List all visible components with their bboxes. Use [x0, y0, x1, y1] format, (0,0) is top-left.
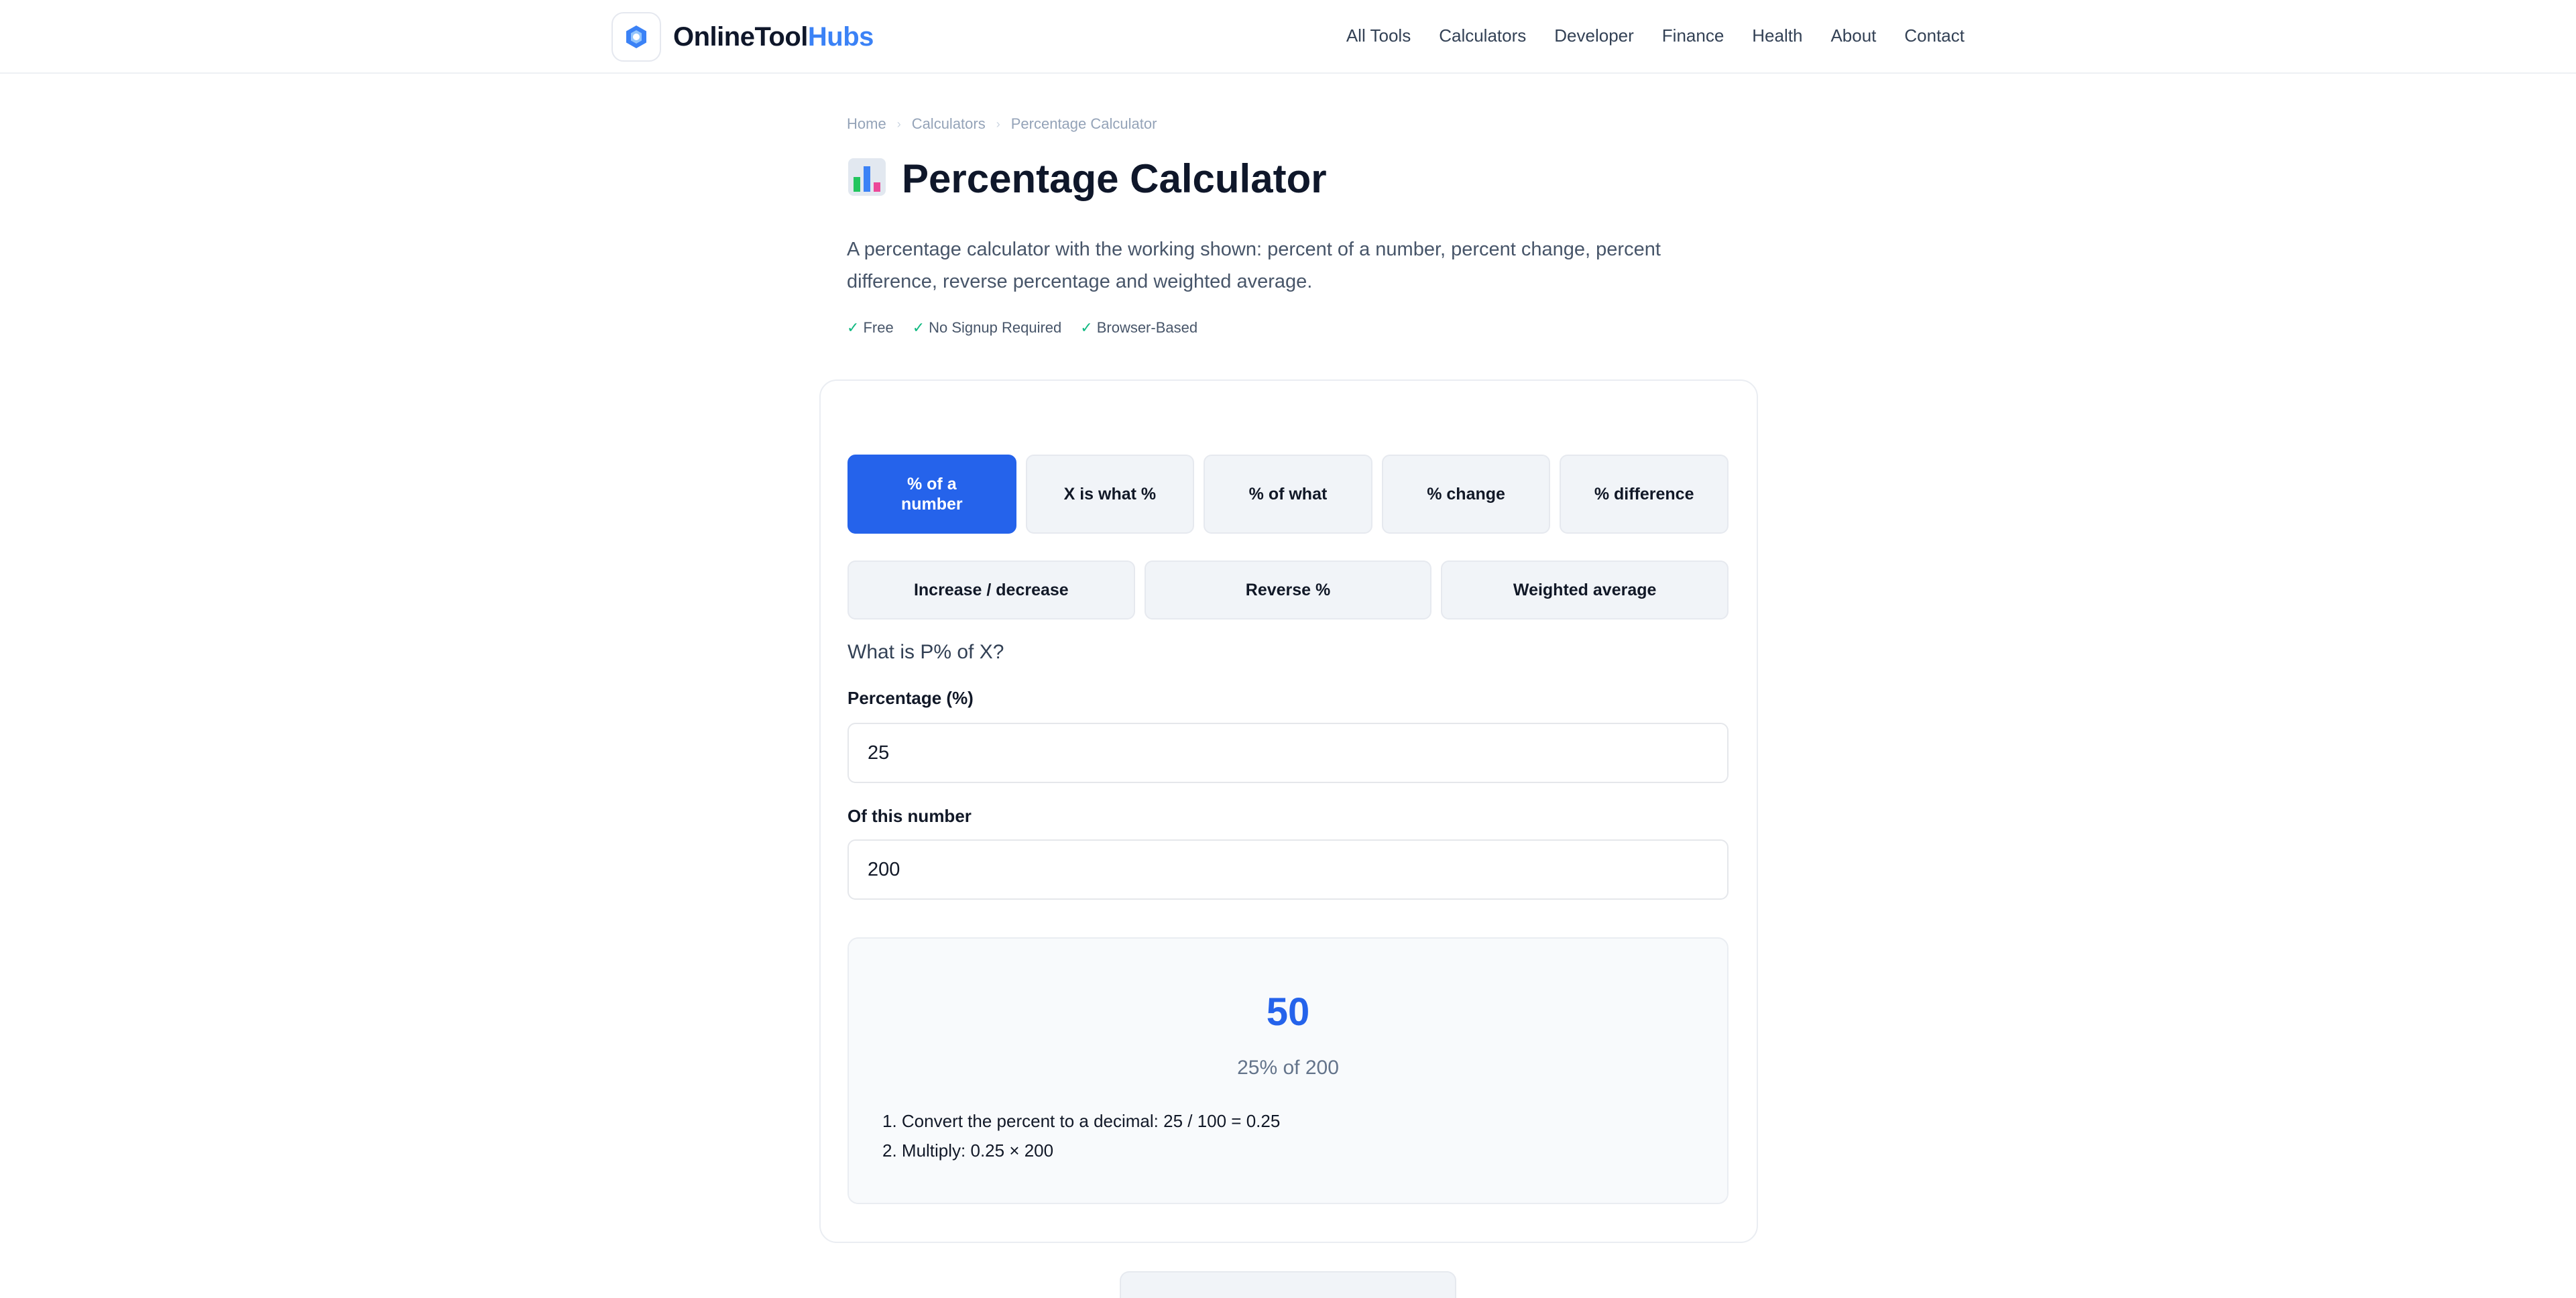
result-panel: 50 25% of 200 1. Convert the percent to … [847, 937, 1729, 1204]
bar-chart-icon [847, 157, 887, 200]
result-caption: 25% of 200 [1237, 1057, 1339, 1079]
badge-no-signup: ✓ No Signup Required [912, 319, 1062, 336]
page-title: Percentage Calculator [847, 156, 1327, 202]
tab-weighted-average[interactable]: Weighted average [1441, 560, 1729, 620]
nav-contact[interactable]: Contact [1904, 25, 1965, 46]
below-fold-button[interactable] [1120, 1271, 1456, 1298]
page-heading: Percentage Calculator [902, 156, 1327, 201]
tab-x-is-what-percent[interactable]: X is what % [1025, 455, 1195, 534]
number-label: Of this number [847, 806, 972, 826]
nav-all-tools[interactable]: All Tools [1346, 25, 1411, 46]
working-steps: 1. Convert the percent to a decimal: 25 … [882, 1106, 1280, 1165]
number-input[interactable] [847, 839, 1729, 900]
tab-increase-decrease[interactable]: Increase / decrease [847, 560, 1135, 620]
page-description: A percentage calculator with the working… [847, 239, 1661, 292]
tab-percent-difference[interactable]: % difference [1560, 455, 1729, 534]
breadcrumb-separator-icon: › [896, 117, 901, 131]
logo-text: OnlineToolHubs [673, 21, 874, 52]
main-nav: All Tools Calculators Developer Finance … [1346, 25, 1965, 46]
percentage-label: Percentage (%) [847, 688, 974, 708]
breadcrumb: Home › Calculators › Percentage Calculat… [847, 115, 1157, 133]
tab-percent-of-number[interactable]: % of a number [847, 455, 1016, 534]
step-item: 1. Convert the percent to a decimal: 25 … [882, 1111, 1281, 1131]
tab-percent-of-what[interactable]: % of what [1204, 455, 1372, 534]
site-header: OnlineToolHubs All Tools Calculators Dev… [0, 0, 2576, 74]
badge-browser-based: ✓ Browser-Based [1080, 319, 1198, 336]
mode-tabs-row-2: Increase / decrease Reverse % Weighted a… [847, 560, 1729, 620]
logo-hexagon-icon [611, 12, 661, 62]
percentage-input[interactable] [847, 723, 1729, 783]
tab-percent-change[interactable]: % change [1381, 455, 1551, 534]
nav-health[interactable]: Health [1752, 25, 1802, 46]
check-icon: ✓ [912, 319, 925, 336]
step-item: 2. Multiply: 0.25 × 200 [882, 1140, 1054, 1161]
nav-about[interactable]: About [1830, 25, 1876, 46]
breadcrumb-home[interactable]: Home [847, 115, 886, 133]
tab-reverse-percent[interactable]: Reverse % [1144, 560, 1432, 620]
breadcrumb-current: Percentage Calculator [1010, 115, 1157, 132]
badge-free: ✓ Free [847, 319, 894, 336]
calculator-question: What is P% of X? [847, 641, 1004, 663]
site-logo[interactable]: OnlineToolHubs [611, 12, 874, 62]
mode-tabs-row-1: % of a number X is what % % of what % ch… [847, 455, 1729, 534]
check-icon: ✓ [847, 319, 860, 336]
result-value: 50 [1266, 990, 1310, 1034]
breadcrumb-calculators[interactable]: Calculators [912, 115, 986, 133]
nav-developer[interactable]: Developer [1554, 25, 1634, 46]
feature-badges: ✓ Free ✓ No Signup Required ✓ Browser-Based [847, 319, 1197, 337]
breadcrumb-separator-icon: › [996, 117, 1000, 131]
check-icon: ✓ [1080, 319, 1093, 336]
nav-calculators[interactable]: Calculators [1439, 25, 1526, 46]
nav-finance[interactable]: Finance [1662, 25, 1724, 46]
